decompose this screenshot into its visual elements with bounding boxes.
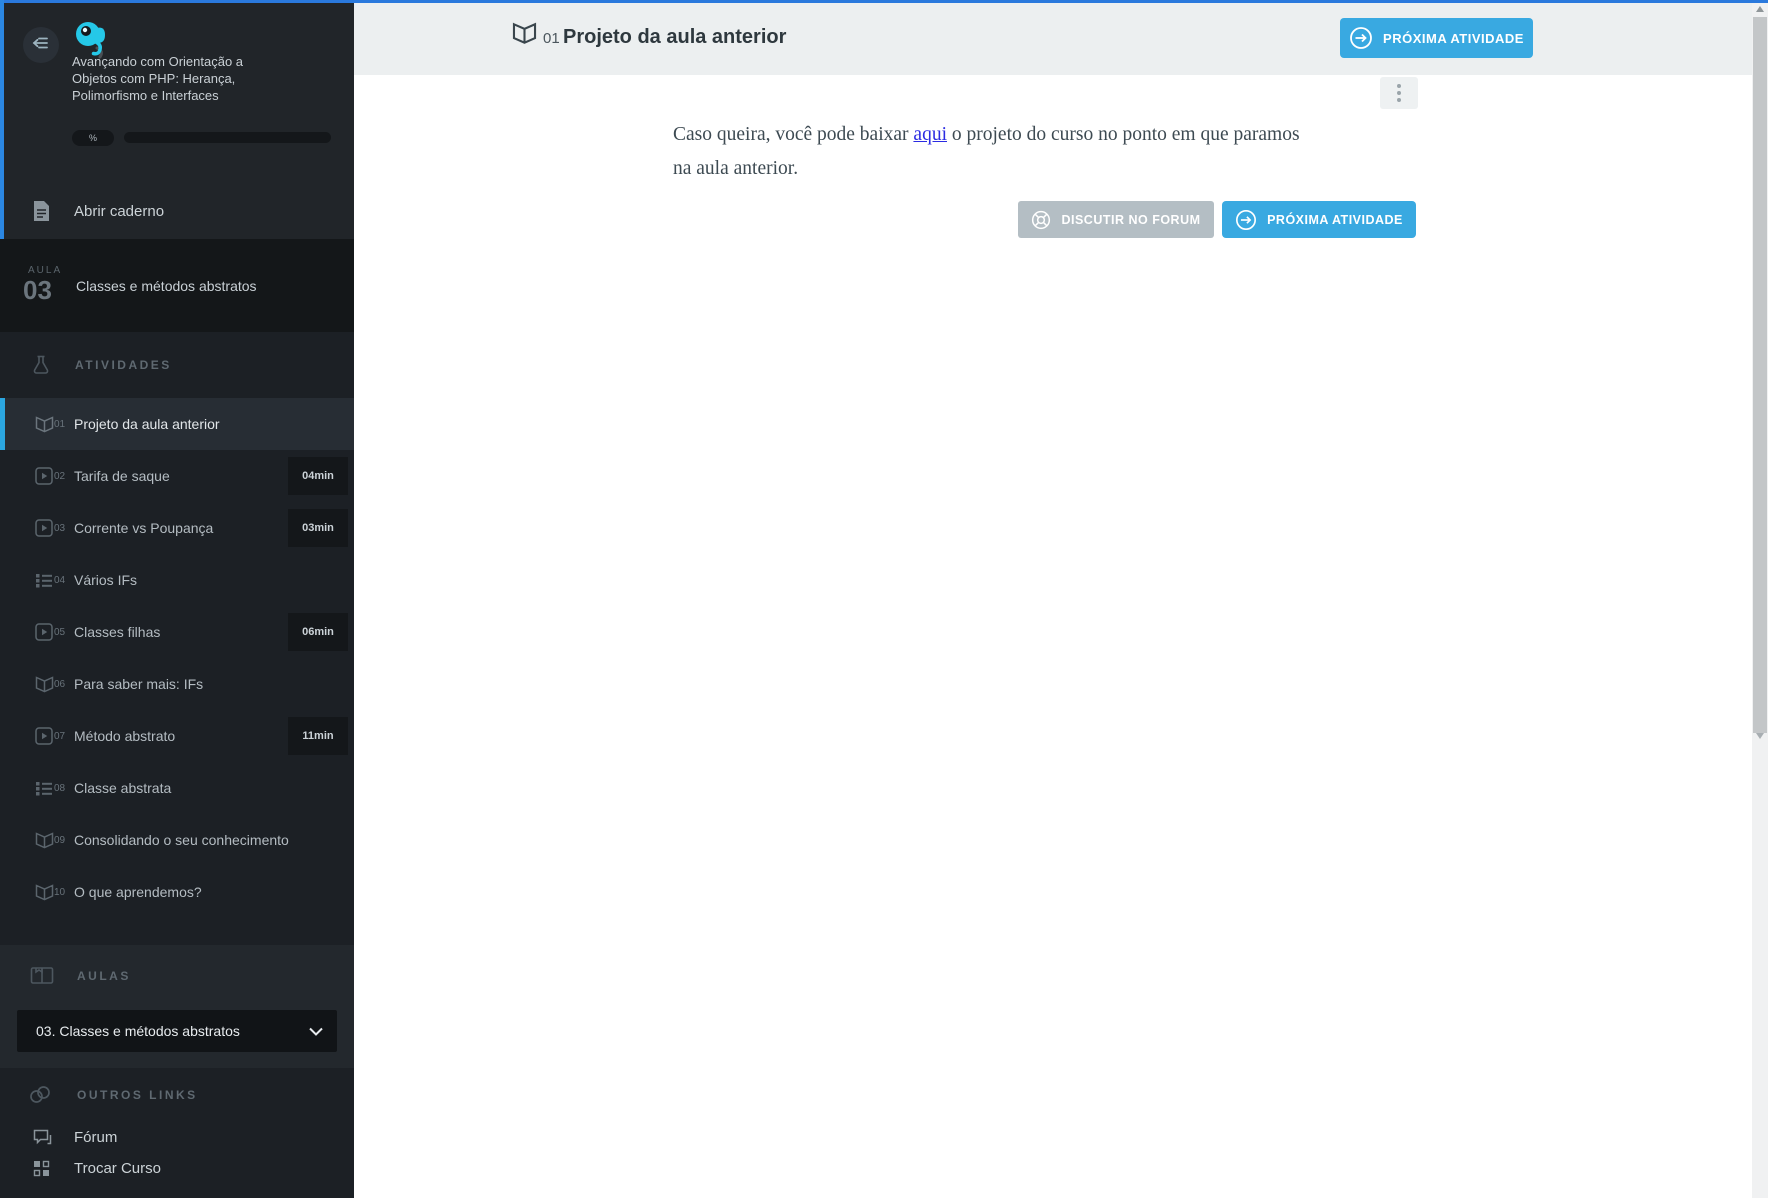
activity-item-10[interactable]: 10 O que aprendemos? [0, 866, 354, 918]
open-notebook-label: Abrir caderno [74, 202, 165, 220]
book-icon [35, 883, 54, 900]
discuss-forum-button[interactable]: DISCUTIR NO FORUM [1018, 201, 1214, 238]
course-title: Avançando com Orientação a Objetos com P… [72, 54, 244, 103]
book-icon [35, 831, 54, 848]
activity-paragraph: Caso queira, você pode baixar aqui o pro… [673, 124, 1300, 179]
list-icon [36, 781, 52, 795]
collapse-arrow-icon [31, 33, 51, 58]
scrollbar-thumb[interactable] [1753, 17, 1767, 733]
activity-item-9[interactable]: 09 Consolidando o seu conhecimento [0, 814, 354, 866]
lesson-number: 03 [23, 275, 52, 305]
video-icon [35, 623, 53, 641]
page: Avançando com Orientação a Objetos com P… [0, 0, 1768, 1198]
progress-percent-badge: % [72, 130, 114, 146]
current-lesson-banner: AULA 03 Classes e métodos abstratos [0, 239, 354, 332]
flask-icon [33, 355, 49, 374]
activity-book-icon [512, 22, 537, 50]
duration-badge: 04min [288, 457, 348, 495]
kebab-dot [1397, 84, 1401, 88]
sidebar: Avançando com Orientação a Objetos com P… [0, 0, 354, 1198]
activities-section-header: ATIVIDADES [0, 332, 354, 398]
book-icon [35, 415, 54, 432]
activity-item-6[interactable]: 06 Para saber mais: IFs [0, 658, 354, 710]
lifebuoy-forum-icon [1032, 210, 1051, 229]
duration-badge: 06min [288, 613, 348, 651]
link-icon [30, 1086, 50, 1103]
more-options-button[interactable] [1380, 77, 1418, 109]
activity-number: 01 [543, 30, 560, 47]
scrollbar-up-arrow-icon[interactable] [1756, 6, 1764, 12]
activity-item-7[interactable]: 07 Método abstrato 11min [0, 710, 354, 762]
scrollbar-down-arrow-icon[interactable] [1756, 733, 1764, 739]
download-project-link[interactable]: aqui [913, 124, 947, 145]
activities-section: ATIVIDADES 01 Projeto da aula anterior 0… [0, 332, 354, 945]
sidebar-collapse-button[interactable] [23, 27, 59, 63]
top-accent-line [0, 0, 1768, 3]
list-icon [36, 573, 52, 587]
activity-item-2[interactable]: 02 Tarifa de saque 04min [0, 450, 354, 502]
book-icon [35, 675, 54, 692]
other-links-section-header: OUTROS LINKS [0, 1068, 354, 1122]
video-icon [35, 519, 53, 537]
sidebar-item-switch-course[interactable]: Trocar Curso [0, 1153, 354, 1184]
activity-item-1[interactable]: 01 Projeto da aula anterior [0, 398, 354, 450]
next-activity-button-header[interactable]: PRÓXIMA ATIVIDADE [1340, 18, 1533, 58]
activity-item-5[interactable]: 05 Classes filhas 06min [0, 606, 354, 658]
next-activity-button-body[interactable]: PRÓXIMA ATIVIDADE [1222, 201, 1416, 238]
forum-chat-icon [33, 1129, 52, 1145]
duration-badge: 11min [288, 717, 348, 755]
switch-course-icon [33, 1160, 50, 1177]
open-book-icon [30, 967, 54, 984]
lesson-title: Classes e métodos abstratos [76, 278, 257, 294]
progress-bar [124, 132, 331, 143]
activity-item-8[interactable]: 08 Classe abstrata [0, 762, 354, 814]
lessons-section: AULAS 03. Classes e métodos abstratos [0, 945, 354, 1068]
document-icon [34, 201, 49, 221]
video-icon [35, 727, 53, 745]
left-accent-line [0, 0, 4, 239]
kebab-dot [1397, 98, 1401, 102]
other-links-section: OUTROS LINKS Fórum Trocar Curso [0, 1068, 354, 1198]
lesson-dropdown-value: 03. Classes e métodos abstratos [36, 1023, 240, 1039]
lesson-dropdown[interactable]: 03. Classes e métodos abstratos [17, 1010, 337, 1052]
page-title: Projeto da aula anterior [563, 26, 787, 48]
sidebar-item-open-notebook[interactable]: Abrir caderno [0, 185, 354, 237]
lessons-section-header: AULAS [0, 945, 354, 1007]
duration-badge: 03min [288, 509, 348, 547]
arrow-right-circle-icon [1236, 209, 1257, 230]
chevron-down-icon [309, 1027, 323, 1036]
kebab-dot [1397, 91, 1401, 95]
sidebar-course-header: Avançando com Orientação a Objetos com P… [0, 0, 354, 239]
activity-item-3[interactable]: 03 Corrente vs Poupança 03min [0, 502, 354, 554]
sidebar-item-forum[interactable]: Fórum [0, 1122, 354, 1153]
arrow-right-circle-icon [1350, 27, 1372, 49]
video-icon [35, 467, 53, 485]
activity-item-4[interactable]: 04 Vários IFs [0, 554, 354, 606]
